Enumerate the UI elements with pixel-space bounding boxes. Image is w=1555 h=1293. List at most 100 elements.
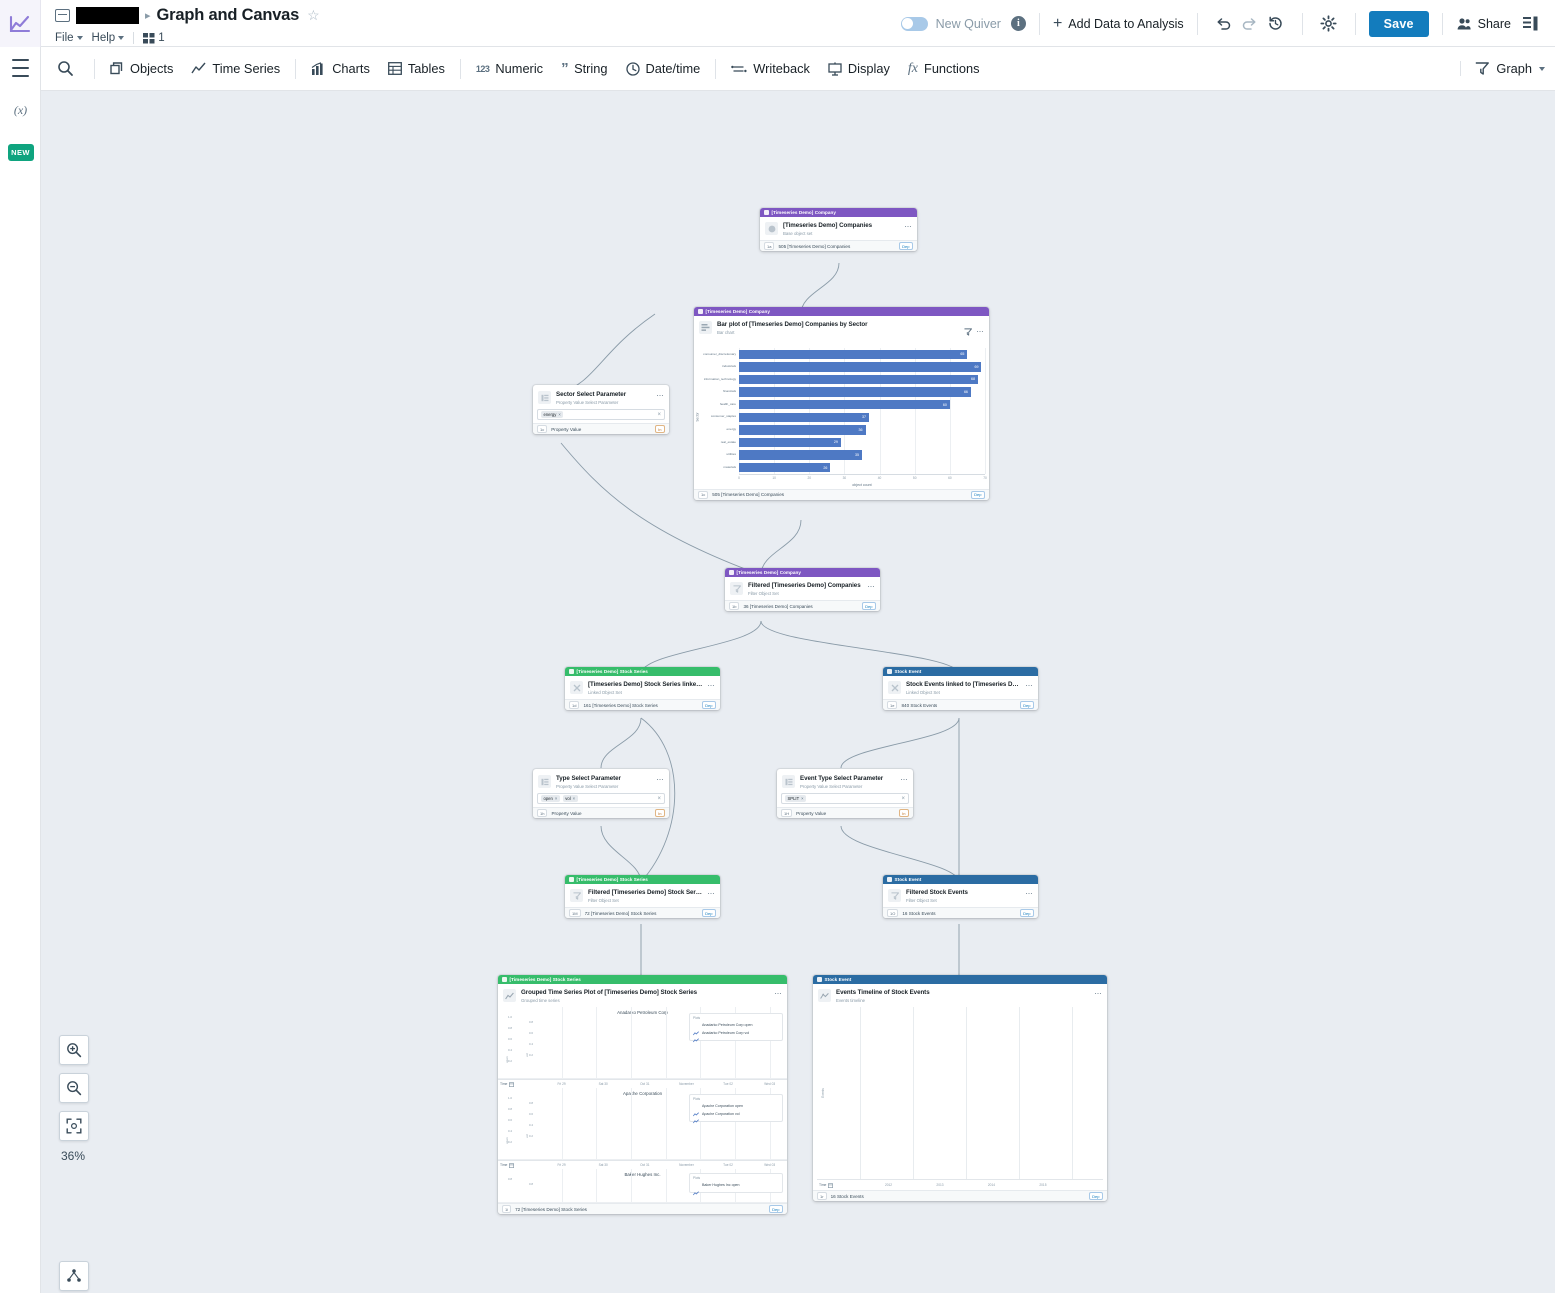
dependency-badge[interactable]: Dep xyxy=(861,602,876,611)
node-menu-icon[interactable]: ⋯ xyxy=(977,329,985,336)
bar[interactable]: 29 xyxy=(739,437,841,448)
value-tag[interactable]: vol × xyxy=(562,795,578,803)
dependency-badge[interactable]: Dep xyxy=(898,242,913,251)
node-companies[interactable]: [Timeseries Demo] Company [Timeseries De… xyxy=(760,208,917,252)
node-menu-icon[interactable]: ⋯ xyxy=(901,777,909,784)
dependency-badge[interactable]: Dep xyxy=(1019,701,1034,710)
app-logo[interactable] xyxy=(0,0,41,47)
bar[interactable]: 68 xyxy=(739,374,978,385)
rail-new-badge[interactable]: NEW xyxy=(0,131,41,173)
toolbar-item-datetime[interactable]: Date/time xyxy=(617,56,710,81)
legend-item[interactable]: Anadarko Petroleum Corp open xyxy=(692,1023,779,1035)
rail-menu-button[interactable] xyxy=(0,47,41,89)
legend-item[interactable]: Anadarko Petroleum Corp vol xyxy=(692,1030,779,1043)
dependency-badge[interactable]: Dep xyxy=(1019,909,1034,918)
rail-variables-button[interactable]: (x) xyxy=(0,89,41,131)
node-menu-icon[interactable]: ⋯ xyxy=(868,584,876,591)
dependency-badge[interactable]: Dep xyxy=(701,701,716,710)
zoom-in-button[interactable] xyxy=(59,1035,89,1065)
bar[interactable]: 37 xyxy=(739,412,870,422)
node-filtered-companies[interactable]: [Timeseries Demo] Company Filtered [Time… xyxy=(725,568,880,612)
node-grouped-time-series-plot[interactable]: [Timeseries Demo] Stock Series Grouped T… xyxy=(498,975,787,1215)
menu-file[interactable]: File xyxy=(55,32,83,44)
node-menu-icon[interactable]: ⋯ xyxy=(708,891,716,898)
sector-value-input[interactable]: energy × × xyxy=(537,409,665,421)
event-type-value-input[interactable]: SPLIT × × xyxy=(781,793,909,805)
bar[interactable]: 26 xyxy=(739,462,831,473)
remove-tag-icon[interactable]: × xyxy=(573,796,575,801)
graph-canvas[interactable]: [Timeseries Demo] Company [Timeseries De… xyxy=(41,91,1555,1293)
value-tag[interactable]: energy × xyxy=(541,411,564,419)
save-button[interactable]: Save xyxy=(1368,10,1429,37)
auto-layout-button[interactable] xyxy=(59,1261,89,1291)
new-quiver-toggle[interactable] xyxy=(900,16,928,31)
input-badge[interactable]: In xyxy=(654,425,665,434)
menu-help[interactable]: Help xyxy=(92,32,125,44)
node-menu-icon[interactable]: ⋯ xyxy=(775,991,783,998)
remove-tag-icon[interactable]: × xyxy=(558,412,560,417)
node-menu-icon[interactable]: ⋯ xyxy=(708,683,716,690)
bar[interactable]: 66 xyxy=(739,387,971,397)
dependency-badge[interactable]: Dep xyxy=(768,1205,783,1214)
legend-item[interactable]: Baker Hughes Inc open xyxy=(692,1183,779,1195)
type-value-input[interactable]: open × vol × × xyxy=(537,793,665,805)
side-panel-icon[interactable] xyxy=(1517,11,1543,37)
node-stock-series-linked[interactable]: [Timeseries Demo] Stock Series [Timeseri… xyxy=(565,667,720,711)
clear-icon[interactable]: × xyxy=(901,796,905,802)
input-badge[interactable]: In xyxy=(654,809,665,818)
fit-to-screen-button[interactable] xyxy=(59,1111,89,1141)
node-type-select-parameter[interactable]: Type Select Parameter Property Value Sel… xyxy=(533,769,669,819)
node-menu-icon[interactable]: ⋯ xyxy=(905,224,913,231)
legend-item[interactable]: Apache Corporation vol xyxy=(692,1111,779,1124)
dependency-badge[interactable]: Dep xyxy=(970,490,985,500)
dependency-badge[interactable]: Dep xyxy=(1088,1192,1103,1201)
redo-icon[interactable] xyxy=(1237,11,1263,37)
input-badge[interactable]: In xyxy=(898,809,909,818)
value-tag[interactable]: open × xyxy=(541,795,560,803)
toolbar-item-display[interactable]: Display xyxy=(819,56,899,81)
toolbar-item-writeback[interactable]: Writeback xyxy=(722,56,819,81)
undo-icon[interactable] xyxy=(1211,11,1237,37)
bar[interactable]: 60 xyxy=(739,399,950,410)
search-icon[interactable] xyxy=(53,55,88,82)
node-event-type-select-parameter[interactable]: Event Type Select Parameter Property Val… xyxy=(777,769,913,819)
bar[interactable]: 35 xyxy=(739,450,862,460)
node-menu-icon[interactable]: ⋯ xyxy=(1026,683,1034,690)
zoom-out-button[interactable] xyxy=(59,1073,89,1103)
node-menu-icon[interactable]: ⋯ xyxy=(1095,991,1103,998)
remove-tag-icon[interactable]: × xyxy=(801,796,803,801)
bar[interactable]: 65 xyxy=(739,349,968,359)
node-sector-select-parameter[interactable]: Sector Select Parameter Property Value S… xyxy=(533,385,669,435)
clear-icon[interactable]: × xyxy=(657,796,661,802)
dependency-badge[interactable]: Dep xyxy=(701,909,716,918)
toolbar-item-functions[interactable]: fx Functions xyxy=(899,56,989,82)
bar[interactable]: 69 xyxy=(739,362,982,372)
toolbar-item-charts[interactable]: Charts xyxy=(302,56,379,81)
add-data-to-analysis-button[interactable]: + Add Data to Analysis xyxy=(1053,15,1184,32)
node-menu-icon[interactable]: ⋯ xyxy=(657,777,665,784)
legend-item[interactable]: Apache Corporation open xyxy=(692,1104,779,1116)
info-icon[interactable]: i xyxy=(1010,16,1026,31)
node-menu-icon[interactable]: ⋯ xyxy=(657,393,665,400)
node-menu-icon[interactable]: ⋯ xyxy=(1026,891,1034,898)
toolbar-item-time-series[interactable]: Time Series xyxy=(182,56,289,81)
node-filtered-stock-events[interactable]: Stock Event Filtered Stock Events Filter… xyxy=(883,875,1038,919)
node-events-timeline[interactable]: Stock Event Events Timeline of Stock Eve… xyxy=(813,975,1107,1202)
toolbar-item-objects[interactable]: Objects xyxy=(101,56,182,81)
node-bar-plot[interactable]: [Timeseries Demo] Company Bar plot of [T… xyxy=(694,307,989,500)
version-indicator[interactable]: 1 xyxy=(143,32,165,44)
value-tag[interactable]: SPLIT × xyxy=(785,795,807,803)
clear-icon[interactable]: × xyxy=(657,412,661,418)
star-outline-icon[interactable]: ☆ xyxy=(307,7,320,24)
toolbar-item-string[interactable]: ” String xyxy=(552,56,616,81)
filter-icon[interactable] xyxy=(963,323,972,341)
node-stock-events-linked[interactable]: Stock Event Stock Events linked to [Time… xyxy=(883,667,1038,711)
gear-icon[interactable] xyxy=(1316,11,1342,37)
bar[interactable]: 36 xyxy=(739,425,866,435)
toolbar-item-tables[interactable]: Tables xyxy=(379,56,454,81)
share-button[interactable]: Share xyxy=(1456,17,1511,31)
view-mode-selector[interactable]: Graph xyxy=(1460,61,1545,76)
node-filtered-stock-series[interactable]: [Timeseries Demo] Stock Series Filtered … xyxy=(565,875,720,919)
toolbar-item-numeric[interactable]: 123 Numeric xyxy=(467,56,552,81)
remove-tag-icon[interactable]: × xyxy=(555,796,557,801)
